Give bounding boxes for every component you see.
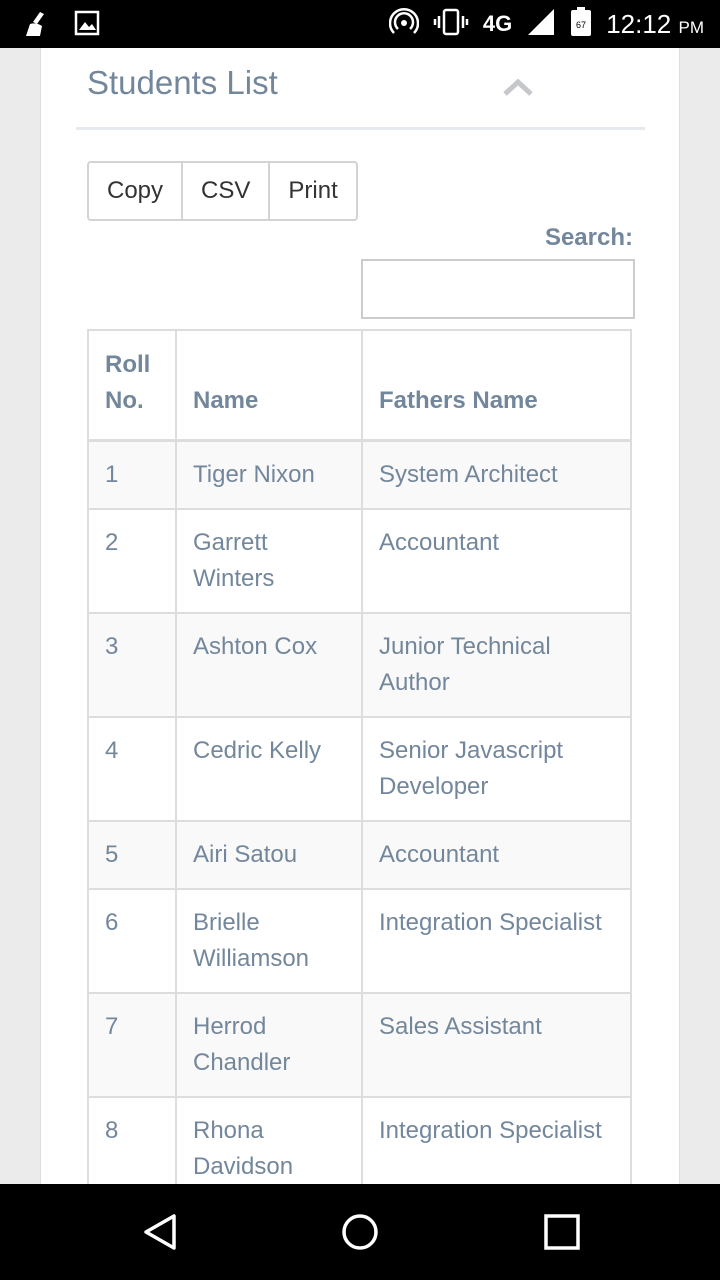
clock: 12:12 PM	[606, 8, 704, 39]
table-row: 2 Garrett Winters Accountant	[87, 508, 632, 614]
table-row: 6 Brielle Williamson Integration Special…	[87, 888, 632, 994]
cell-fathers-name: System Architect	[361, 439, 632, 510]
cell-name: Airi Satou	[175, 820, 363, 890]
column-header-fathers-name[interactable]: Fathers Name	[361, 329, 632, 442]
navigation-bar	[0, 1184, 720, 1280]
cell-name: Ashton Cox	[175, 612, 363, 718]
search-input[interactable]	[361, 259, 635, 319]
search-label: Search:	[544, 224, 633, 251]
back-icon[interactable]	[140, 1212, 180, 1252]
cell-fathers-name: Senior Javascript Developer	[361, 716, 632, 822]
vibrate-icon	[433, 7, 469, 42]
broom-icon	[22, 10, 52, 43]
image-icon	[74, 10, 100, 43]
cell-name: Tiger Nixon	[175, 439, 363, 510]
cell-fathers-name: Integration Specialist	[361, 888, 632, 994]
table-row: 8 Rhona Davidson Integration Specialist	[87, 1096, 632, 1184]
hotspot-icon	[388, 7, 420, 42]
cell-fathers-name: Sales Assistant	[361, 992, 632, 1098]
cell-roll: 2	[87, 508, 177, 614]
cell-name: Cedric Kelly	[175, 716, 363, 822]
table-row: 5 Airi Satou Accountant	[87, 820, 632, 890]
battery-icon: 67	[570, 6, 592, 42]
cell-roll: 4	[87, 716, 177, 822]
cell-roll: 1	[87, 439, 177, 510]
svg-text:67: 67	[576, 20, 586, 30]
print-button[interactable]: Print	[270, 163, 356, 219]
recents-icon[interactable]	[542, 1212, 582, 1252]
cell-name: Herrod Chandler	[175, 992, 363, 1098]
panel-title: Students List	[87, 64, 278, 101]
column-header-roll[interactable]: Roll No.	[87, 329, 177, 442]
network-type: 4G	[482, 11, 513, 36]
csv-button[interactable]: CSV	[183, 163, 271, 219]
cell-fathers-name: Accountant	[361, 508, 632, 614]
cell-roll: 7	[87, 992, 177, 1098]
table-row: 3 Ashton Cox Junior Technical Author	[87, 612, 632, 718]
chevron-up-icon[interactable]	[501, 76, 535, 100]
cell-roll: 8	[87, 1096, 177, 1184]
panel-divider	[76, 127, 645, 130]
students-table: Roll No. Name Fathers Name 1 Tiger Nixon…	[87, 329, 632, 1184]
students-panel: Students List Copy CSV Print Search: Rol…	[40, 48, 680, 1184]
column-header-name[interactable]: Name	[175, 329, 363, 442]
copy-button[interactable]: Copy	[89, 163, 184, 219]
table-row: 7 Herrod Chandler Sales Assistant	[87, 992, 632, 1098]
table-row: 4 Cedric Kelly Senior Javascript Develop…	[87, 716, 632, 822]
home-icon[interactable]	[340, 1212, 380, 1252]
cell-fathers-name: Junior Technical Author	[361, 612, 632, 718]
cell-name: Garrett Winters	[175, 508, 363, 614]
cell-name: Rhona Davidson	[175, 1096, 363, 1184]
cell-roll: 5	[87, 820, 177, 890]
cell-roll: 3	[87, 612, 177, 718]
cell-name: Brielle Williamson	[175, 888, 363, 994]
cell-fathers-name: Integration Specialist	[361, 1096, 632, 1184]
signal-icon	[526, 7, 556, 42]
table-row: 1 Tiger Nixon System Architect	[87, 439, 632, 510]
page-content: Students List Copy CSV Print Search: Rol…	[0, 48, 720, 1184]
cell-roll: 6	[87, 888, 177, 994]
table-header-row: Roll No. Name Fathers Name	[87, 329, 632, 442]
status-bar: 4G 67 12:12 PM	[0, 0, 720, 48]
cell-fathers-name: Accountant	[361, 820, 632, 890]
export-button-group: Copy CSV Print	[87, 161, 358, 221]
